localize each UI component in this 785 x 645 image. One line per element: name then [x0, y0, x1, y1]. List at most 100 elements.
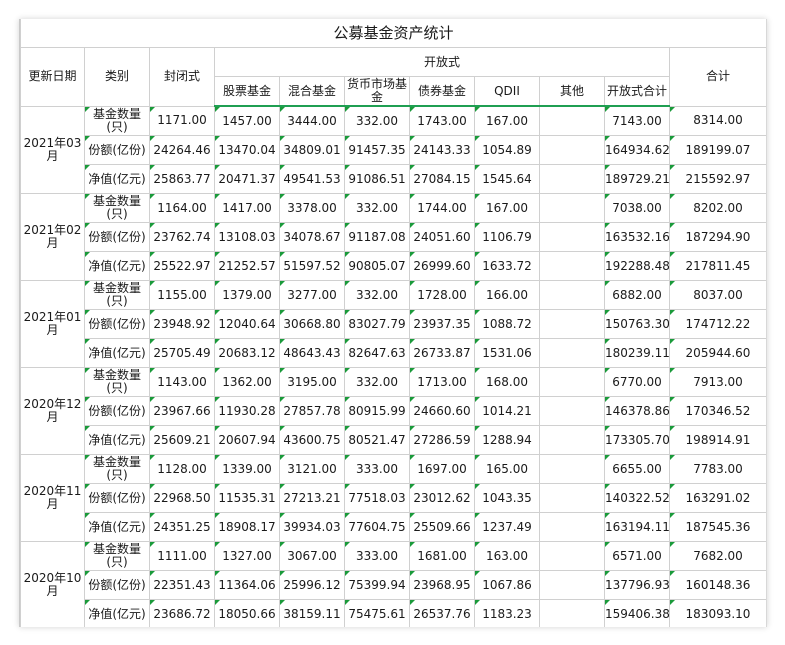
stock-value-cell[interactable]: 11535.31 [214, 483, 280, 513]
other-value-cell[interactable] [539, 280, 605, 310]
category-cell[interactable]: 份额(亿份) [84, 309, 150, 339]
closed-value-cell[interactable]: 1143.00 [149, 367, 215, 397]
open-total-value-cell[interactable]: 6655.00 [604, 454, 670, 484]
total-value-cell[interactable]: 205944.60 [668, 338, 766, 368]
money-market-value-cell[interactable]: 332.00 [344, 105, 410, 136]
closed-value-cell[interactable]: 24351.25 [149, 512, 215, 542]
update-date-cell[interactable]: 2021年03月 [20, 105, 85, 194]
qdii-value-cell[interactable]: 1545.64 [474, 164, 540, 194]
money-market-value-cell[interactable]: 91457.35 [344, 135, 410, 165]
total-value-cell[interactable]: 8037.00 [668, 280, 766, 310]
hybrid-value-cell[interactable]: 51597.52 [279, 251, 345, 281]
closed-value-cell[interactable]: 22351.43 [149, 570, 215, 600]
open-total-value-cell[interactable]: 150763.30 [604, 309, 670, 339]
hybrid-value-cell[interactable]: 49541.53 [279, 164, 345, 194]
closed-value-cell[interactable]: 23948.92 [149, 309, 215, 339]
total-value-cell[interactable]: 8202.00 [668, 193, 766, 223]
category-cell[interactable]: 净值(亿元) [84, 164, 150, 194]
header-other[interactable]: 其他 [539, 76, 605, 107]
money-market-value-cell[interactable]: 332.00 [344, 193, 410, 223]
money-market-value-cell[interactable]: 77518.03 [344, 483, 410, 513]
qdii-value-cell[interactable]: 168.00 [474, 367, 540, 397]
qdii-value-cell[interactable]: 1054.89 [474, 135, 540, 165]
header-category[interactable]: 类别 [84, 47, 150, 107]
closed-value-cell[interactable]: 25609.21 [149, 425, 215, 455]
qdii-value-cell[interactable]: 1014.21 [474, 396, 540, 426]
stock-value-cell[interactable]: 12040.64 [214, 309, 280, 339]
hybrid-value-cell[interactable]: 34078.67 [279, 222, 345, 252]
category-cell[interactable]: 基金数量(只) [84, 454, 150, 484]
money-market-value-cell[interactable]: 80521.47 [344, 425, 410, 455]
other-value-cell[interactable] [539, 309, 605, 339]
closed-value-cell[interactable]: 1111.00 [149, 541, 215, 571]
total-value-cell[interactable]: 215592.97 [668, 164, 766, 194]
stock-value-cell[interactable]: 18908.17 [214, 512, 280, 542]
update-date-cell[interactable]: 2020年12月 [20, 367, 85, 455]
open-total-value-cell[interactable]: 159406.38 [604, 599, 670, 627]
hybrid-value-cell[interactable]: 30668.80 [279, 309, 345, 339]
header-open-total[interactable]: 开放式合计 [604, 76, 670, 107]
other-value-cell[interactable] [539, 367, 605, 397]
other-value-cell[interactable] [539, 570, 605, 600]
category-cell[interactable]: 基金数量(只) [84, 541, 150, 571]
header-qdii[interactable]: QDII [474, 76, 540, 107]
bond-value-cell[interactable]: 26537.76 [409, 599, 475, 627]
closed-value-cell[interactable]: 1155.00 [149, 280, 215, 310]
hybrid-value-cell[interactable]: 27213.21 [279, 483, 345, 513]
category-cell[interactable]: 基金数量(只) [84, 193, 150, 223]
bond-value-cell[interactable]: 23937.35 [409, 309, 475, 339]
closed-value-cell[interactable]: 23967.66 [149, 396, 215, 426]
category-cell[interactable]: 净值(亿元) [84, 338, 150, 368]
category-cell[interactable]: 份额(亿份) [84, 483, 150, 513]
open-total-value-cell[interactable]: 137796.93 [604, 570, 670, 600]
qdii-value-cell[interactable]: 166.00 [474, 280, 540, 310]
category-cell[interactable]: 份额(亿份) [84, 570, 150, 600]
closed-value-cell[interactable]: 1128.00 [149, 454, 215, 484]
qdii-value-cell[interactable]: 1067.86 [474, 570, 540, 600]
qdii-value-cell[interactable]: 1043.35 [474, 483, 540, 513]
total-value-cell[interactable]: 183093.10 [668, 599, 766, 627]
closed-value-cell[interactable]: 23762.74 [149, 222, 215, 252]
qdii-value-cell[interactable]: 167.00 [474, 105, 540, 136]
total-value-cell[interactable]: 170346.52 [668, 396, 766, 426]
total-value-cell[interactable]: 8314.00 [668, 105, 766, 136]
header-update-date[interactable]: 更新日期 [20, 47, 85, 107]
closed-value-cell[interactable]: 1171.00 [149, 105, 215, 136]
stock-value-cell[interactable]: 1339.00 [214, 454, 280, 484]
header-bond-fund[interactable]: 债券基金 [409, 76, 475, 107]
other-value-cell[interactable] [539, 164, 605, 194]
closed-value-cell[interactable]: 24264.46 [149, 135, 215, 165]
money-market-value-cell[interactable]: 91086.51 [344, 164, 410, 194]
bond-value-cell[interactable]: 26733.87 [409, 338, 475, 368]
bond-value-cell[interactable]: 24051.60 [409, 222, 475, 252]
category-cell[interactable]: 基金数量(只) [84, 280, 150, 310]
hybrid-value-cell[interactable]: 27857.78 [279, 396, 345, 426]
category-cell[interactable]: 净值(亿元) [84, 425, 150, 455]
other-value-cell[interactable] [539, 338, 605, 368]
other-value-cell[interactable] [539, 483, 605, 513]
other-value-cell[interactable] [539, 454, 605, 484]
header-total[interactable]: 合计 [668, 47, 766, 107]
stock-value-cell[interactable]: 20471.37 [214, 164, 280, 194]
stock-value-cell[interactable]: 13108.03 [214, 222, 280, 252]
closed-value-cell[interactable]: 23686.72 [149, 599, 215, 627]
open-total-value-cell[interactable]: 146378.86 [604, 396, 670, 426]
open-total-value-cell[interactable]: 164934.62 [604, 135, 670, 165]
stock-value-cell[interactable]: 11364.06 [214, 570, 280, 600]
bond-value-cell[interactable]: 1681.00 [409, 541, 475, 571]
total-value-cell[interactable]: 198914.91 [668, 425, 766, 455]
other-value-cell[interactable] [539, 105, 605, 136]
money-market-value-cell[interactable]: 332.00 [344, 280, 410, 310]
open-total-value-cell[interactable]: 7038.00 [604, 193, 670, 223]
money-market-value-cell[interactable]: 90805.07 [344, 251, 410, 281]
qdii-value-cell[interactable]: 1183.23 [474, 599, 540, 627]
open-total-value-cell[interactable]: 6571.00 [604, 541, 670, 571]
total-value-cell[interactable]: 7682.00 [668, 541, 766, 571]
bond-value-cell[interactable]: 1697.00 [409, 454, 475, 484]
money-market-value-cell[interactable]: 91187.08 [344, 222, 410, 252]
open-total-value-cell[interactable]: 192288.48 [604, 251, 670, 281]
bond-value-cell[interactable]: 1743.00 [409, 105, 475, 136]
other-value-cell[interactable] [539, 541, 605, 571]
bond-value-cell[interactable]: 23012.62 [409, 483, 475, 513]
hybrid-value-cell[interactable]: 38159.11 [279, 599, 345, 627]
